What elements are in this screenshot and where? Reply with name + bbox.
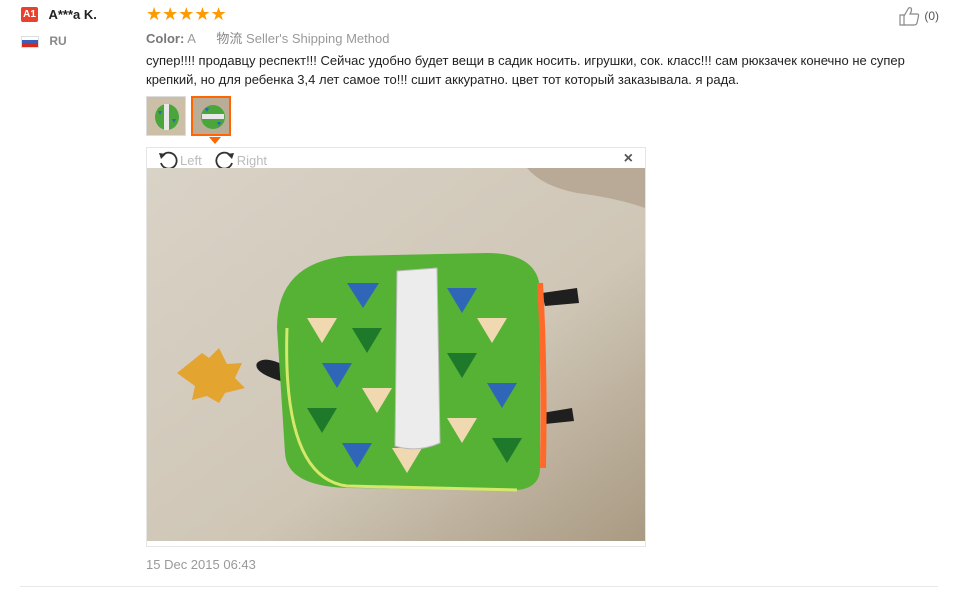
color-value: A (187, 31, 196, 46)
rotate-left-icon (159, 151, 178, 170)
reviewer-country: RU (21, 34, 131, 48)
shipping-label: 物流 (216, 31, 243, 46)
selected-thumbnail-pointer (209, 137, 221, 144)
rotate-right-label: Right (236, 152, 268, 168)
divider (20, 586, 938, 587)
shipping-value: Seller's Shipping Method (246, 31, 390, 46)
review-date: 15 Dec 2015 06:43 (146, 557, 256, 572)
reviewer-info: A1 A***a K. RU (21, 6, 131, 48)
reviewer-header: A1 A***a K. (21, 6, 131, 24)
country-code: RU (49, 34, 67, 48)
star-rating: ★★★★★ (146, 4, 227, 24)
rotate-right-button[interactable]: Right (214, 150, 267, 170)
viewer-toolbar: Left Right (157, 150, 279, 170)
review-thumbnail-selected[interactable] (191, 96, 231, 136)
helpful-button[interactable]: (0) (899, 6, 939, 26)
order-meta: Color: A 物流 Seller's Shipping Method (146, 28, 389, 47)
reviewer-name: A***a K. (48, 7, 97, 23)
thumbs-up-icon (899, 7, 920, 26)
close-icon[interactable]: × (624, 150, 633, 168)
image-viewer: Left Right × (146, 147, 646, 547)
rotate-left-label: Left (180, 152, 202, 168)
helpful-count: (0) (924, 9, 939, 23)
buyer-level-badge: A1 (21, 7, 38, 23)
russia-flag-icon (21, 35, 39, 48)
review-thumbnails (146, 96, 236, 136)
color-label: Color: (146, 31, 185, 46)
rotate-right-icon (215, 151, 234, 170)
review-photo (147, 168, 645, 541)
rotate-left-button[interactable]: Left (157, 150, 202, 170)
review-text: супер!!!! продавцу респект!!! Сейчас удо… (146, 53, 905, 87)
review-thumbnail[interactable] (146, 96, 186, 136)
